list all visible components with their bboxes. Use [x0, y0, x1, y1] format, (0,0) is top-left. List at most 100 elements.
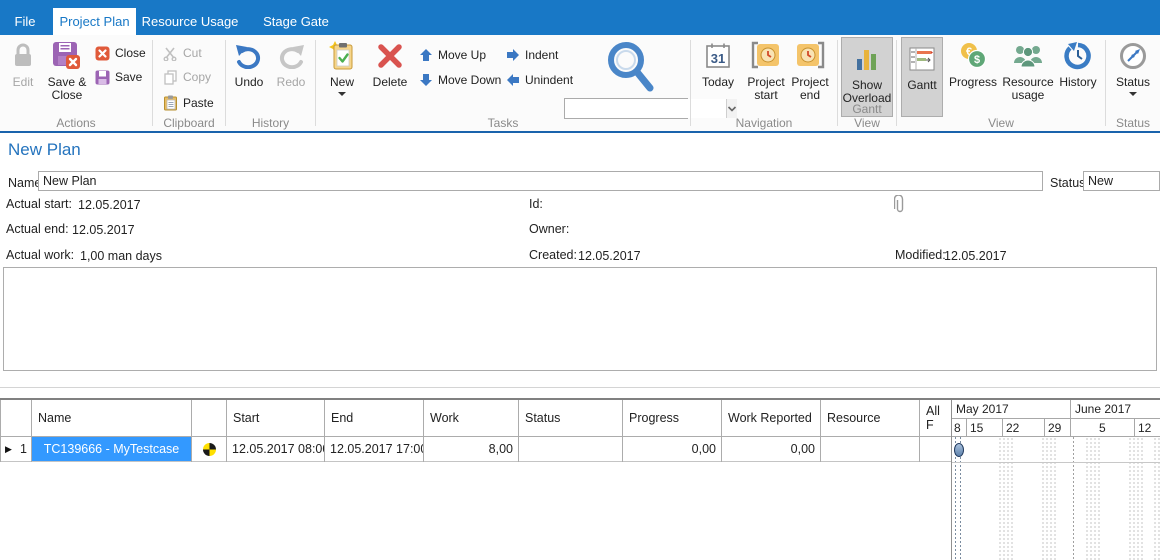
owner-label: Owner:: [529, 222, 569, 236]
chevron-down-icon: [338, 92, 346, 96]
row-marker-icon: ▶: [5, 444, 12, 455]
splitter[interactable]: [0, 387, 1160, 388]
search-icon[interactable]: [604, 39, 656, 93]
tab-stage-gate-model[interactable]: Stage Gate Model: [246, 8, 346, 35]
tab-resource-usage[interactable]: Resource Usage: [140, 8, 240, 35]
cut-button[interactable]: Cut: [163, 43, 202, 63]
column-header-name[interactable]: Name: [32, 400, 191, 437]
column-header-work[interactable]: Work: [424, 400, 518, 437]
chevron-down-icon: [1129, 92, 1137, 96]
actual-end-value: 12.05.2017: [72, 223, 135, 237]
actual-start-value: 12.05.2017: [78, 198, 141, 212]
undo-button[interactable]: Undo: [230, 39, 268, 89]
bar-chart-icon: [855, 42, 879, 76]
description-field[interactable]: [3, 267, 1157, 371]
progress-button[interactable]: €$ Progress: [947, 39, 999, 89]
gantt-panel: May 2017 June 2017 8 15 22 29 5 12: [951, 400, 1160, 560]
cell-work[interactable]: 8,00: [424, 437, 518, 462]
column-header-status[interactable]: Status: [519, 400, 622, 437]
cell-status[interactable]: [519, 437, 622, 462]
tab-project-plan[interactable]: Project Plan: [53, 8, 136, 35]
status-label: Status: [1050, 176, 1085, 190]
ribbon-tab-bar: File Project Plan Resource Usage Stage G…: [0, 0, 1160, 35]
delete-button[interactable]: Delete: [368, 39, 412, 89]
status-input[interactable]: [1083, 171, 1160, 191]
name-label: Name: [8, 176, 41, 190]
gantt-chart-icon: [909, 42, 935, 76]
save-icon: [95, 70, 110, 85]
project-end-button[interactable]: Project end: [789, 39, 831, 101]
ribbon-group-view: Gantt €$ Progress Resource usage History: [897, 35, 1105, 131]
modified-value: 12.05.2017: [944, 249, 1007, 263]
compass-icon: [1119, 39, 1147, 73]
edit-button[interactable]: Edit: [6, 39, 40, 89]
unindent-button[interactable]: Unindent: [506, 70, 573, 90]
arrow-left-icon: [506, 73, 520, 87]
project-start-button[interactable]: Project start: [743, 39, 789, 101]
cell-progress[interactable]: 0,00: [623, 437, 721, 462]
weekend-stripe: [1085, 437, 1101, 560]
close-button[interactable]: Close: [95, 43, 146, 63]
column-header-all[interactable]: All F: [920, 400, 951, 437]
cell-resource[interactable]: [821, 437, 919, 462]
cell-type[interactable]: [192, 437, 226, 462]
save-and-close-button[interactable]: Save & Close: [44, 39, 90, 101]
column-header-start[interactable]: Start: [227, 400, 324, 437]
gantt-button[interactable]: Gantt: [901, 37, 943, 117]
column-header-resource[interactable]: Resource: [821, 400, 919, 437]
resource-usage-button[interactable]: Resource usage: [1001, 39, 1055, 101]
cell-start[interactable]: 12.05.2017 08:00: [227, 437, 324, 462]
tab-file[interactable]: File: [0, 8, 50, 35]
gantt-month-header: May 2017 June 2017: [952, 400, 1160, 419]
new-button[interactable]: New: [324, 39, 360, 96]
history-clock-icon: [1064, 39, 1092, 73]
gantt-week: 5: [1071, 419, 1135, 436]
column-header-work-reported[interactable]: Work Reported: [722, 400, 821, 437]
move-down-button[interactable]: Move Down: [419, 70, 501, 90]
ribbon-group-clipboard: Cut Copy Paste Clipboard: [153, 35, 225, 131]
lock-icon: [11, 39, 35, 73]
cell-all[interactable]: [920, 437, 951, 462]
redo-icon: [277, 39, 305, 73]
cell-name[interactable]: TC139666 - MyTestcase: [32, 437, 191, 462]
created-label: Created:: [529, 248, 577, 262]
gantt-row-separator: [952, 462, 1160, 463]
redo-button[interactable]: Redo: [272, 39, 310, 89]
new-item-icon: [328, 39, 356, 73]
weekend-stripe: [998, 437, 1014, 560]
column-header-progress[interactable]: Progress: [623, 400, 721, 437]
grid-column-start: Start 12.05.2017 08:00: [227, 400, 325, 462]
modified-label: Modified:: [895, 248, 946, 262]
month-boundary-line: [1073, 437, 1074, 560]
grid-column-all: All F: [920, 400, 951, 462]
created-value: 12.05.2017: [578, 249, 641, 263]
gantt-task-bar[interactable]: [954, 443, 964, 457]
history-view-button[interactable]: History: [1057, 39, 1099, 89]
grid-column-end: End 12.05.2017 17:00: [325, 400, 424, 462]
ribbon-group-navigation: 31 Today Project start Project end Navig…: [691, 35, 837, 131]
name-input[interactable]: [38, 171, 1043, 191]
id-label: Id:: [529, 197, 543, 211]
grid-column-name: Name TC139666 - MyTestcase: [32, 400, 192, 462]
save-button[interactable]: Save: [95, 67, 142, 87]
copy-icon: [163, 70, 178, 85]
task-grid: ▶ 1 Name TC139666 - MyTestcase Start 12.…: [0, 400, 951, 462]
paste-button[interactable]: Paste: [163, 93, 214, 113]
indent-button[interactable]: Indent: [506, 45, 558, 65]
delete-icon: [376, 39, 404, 73]
status-button[interactable]: Status: [1112, 39, 1154, 96]
today-button[interactable]: 31 Today: [698, 39, 738, 89]
gantt-month: May 2017: [952, 400, 1071, 418]
weekend-stripe: [1153, 437, 1160, 560]
svg-text:$: $: [974, 54, 980, 66]
cell-work-reported[interactable]: 0,00: [722, 437, 820, 462]
row-header-cell[interactable]: ▶ 1: [1, 437, 31, 462]
column-header-end[interactable]: End: [325, 400, 423, 437]
grid-column-resource: Resource: [821, 400, 920, 462]
cell-end[interactable]: 12.05.2017 17:00: [325, 437, 423, 462]
calendar-icon: 31: [705, 39, 731, 73]
ribbon-group-tasks: New Delete Move Up Move Down: [316, 35, 690, 131]
move-up-button[interactable]: Move Up: [419, 45, 486, 65]
copy-button[interactable]: Copy: [163, 67, 211, 87]
paperclip-icon[interactable]: [894, 195, 906, 215]
